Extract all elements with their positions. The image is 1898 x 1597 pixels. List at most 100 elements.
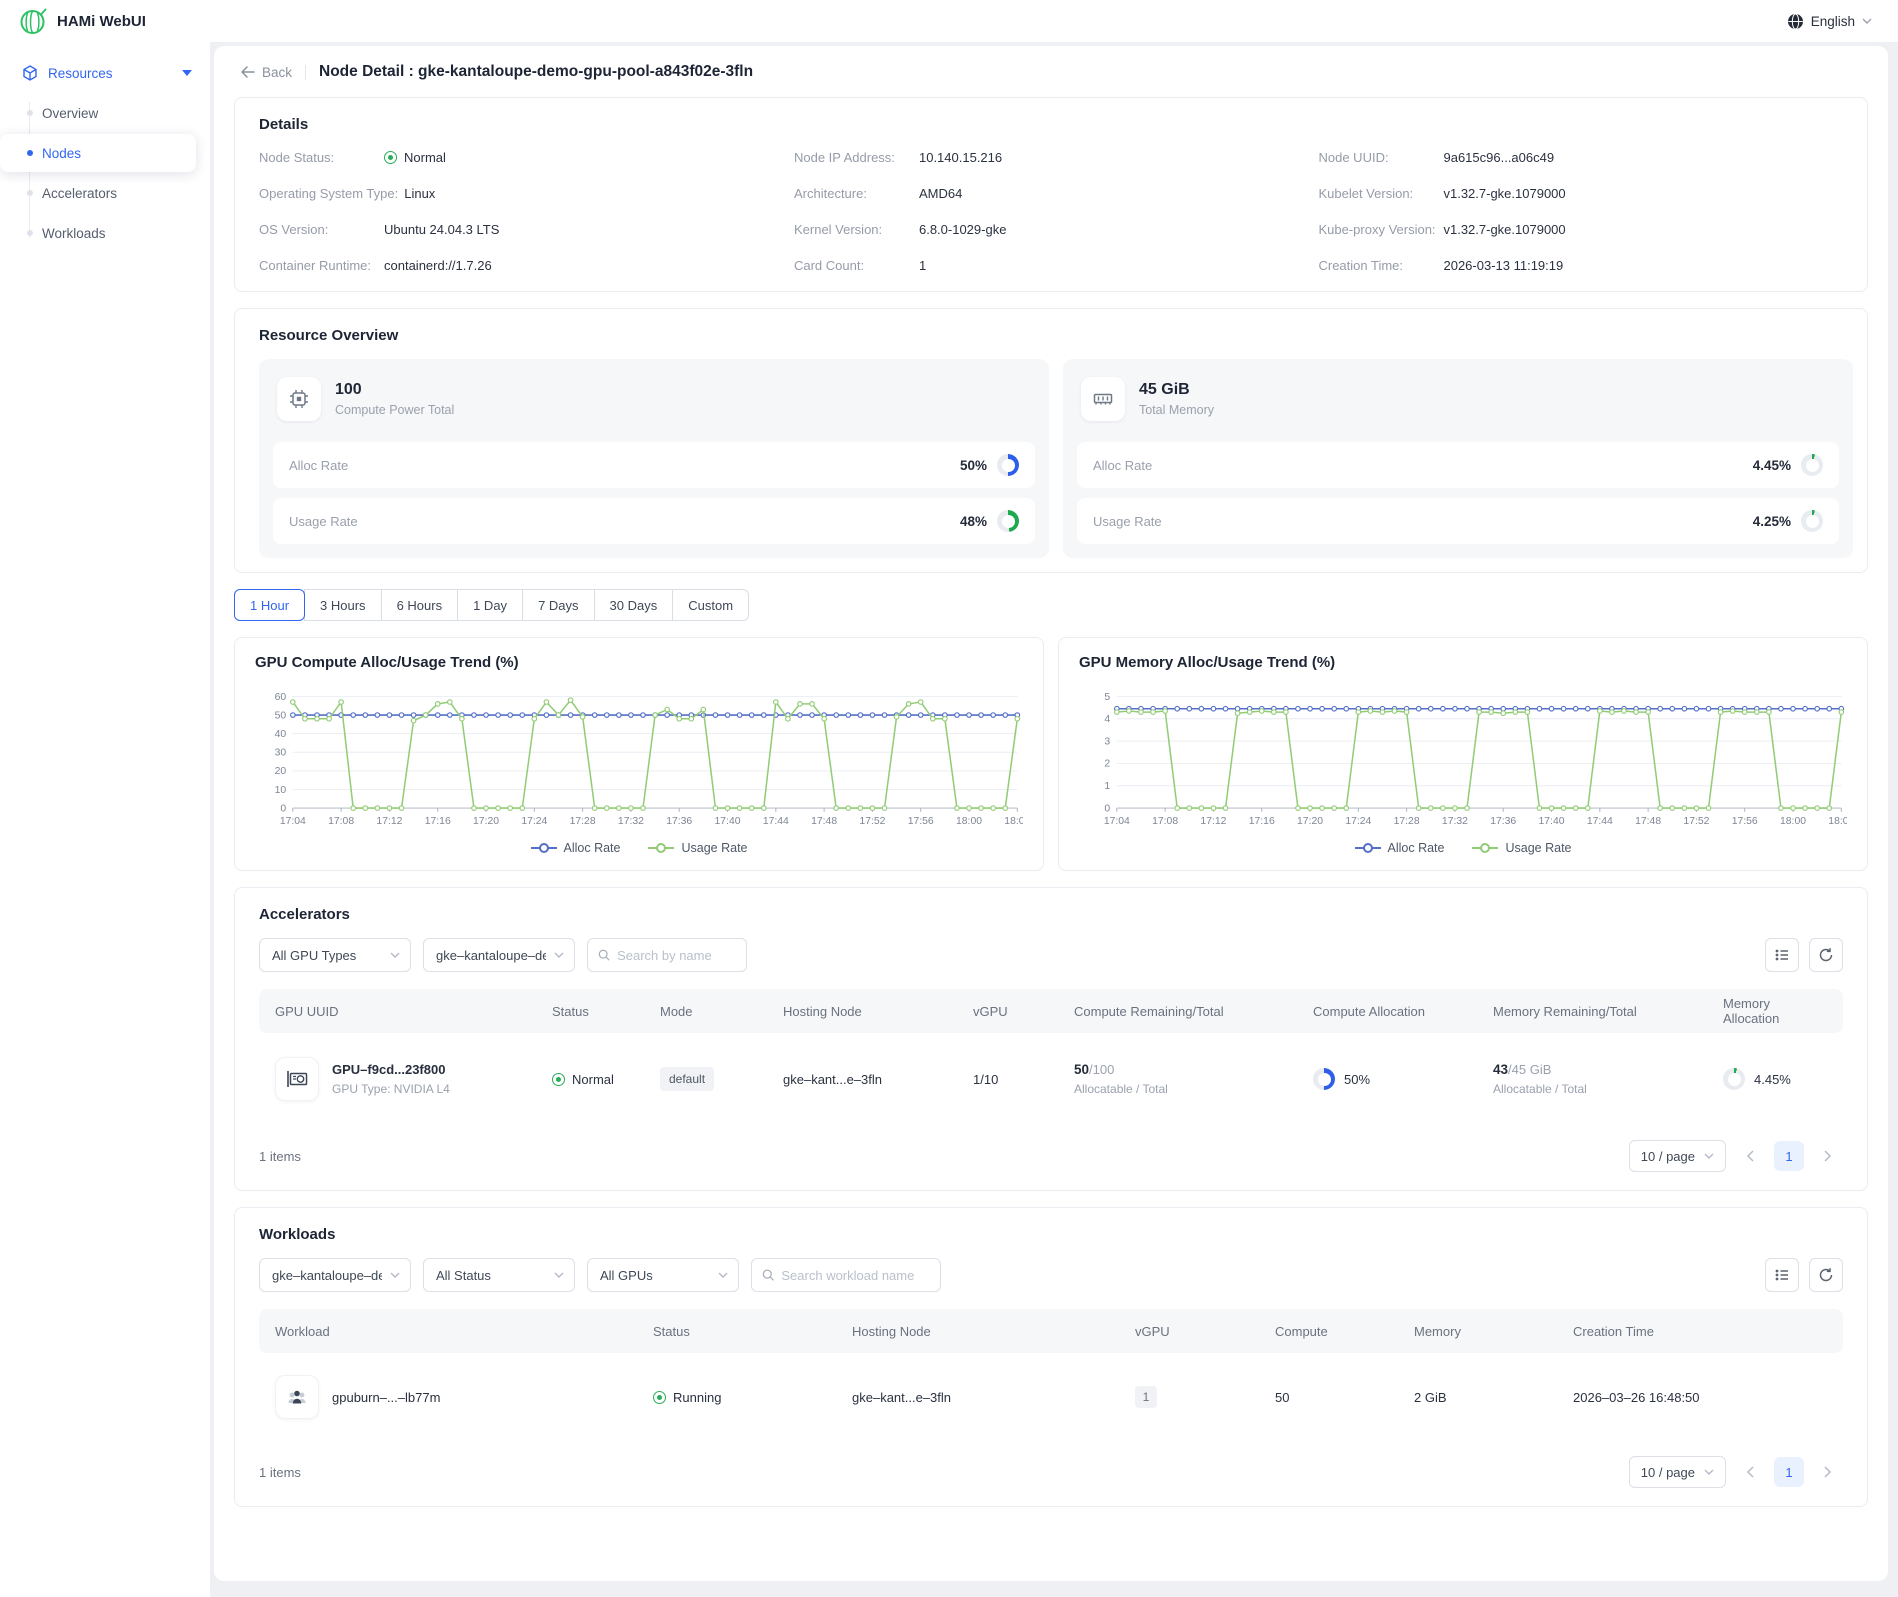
tab-3-hours[interactable]: 3 Hours (304, 589, 382, 621)
accelerator-table-row[interactable]: GPU–f9cd...23f800 GPU Type: NVIDIA L4 No… (259, 1033, 1843, 1125)
tab-1-day[interactable]: 1 Day (457, 589, 523, 621)
accelerator-search-input[interactable] (617, 948, 736, 963)
chevron-down-icon (554, 1272, 564, 1278)
brand: HAMi WebUI (0, 6, 210, 36)
memory-overview-card: 45 GiB Total Memory Alloc Rate 4.45% (1063, 359, 1853, 558)
vgpu-count: 1/10 (957, 1072, 1058, 1087)
accelerators-title: Accelerators (259, 906, 1843, 923)
sidebar-item-label: Workloads (42, 226, 106, 241)
workloads-table-footer: 1 items 10 / page 1 (259, 1456, 1843, 1488)
next-page-button[interactable] (1813, 1457, 1843, 1487)
compute-total-value: 100 (335, 381, 454, 399)
page-size-select[interactable]: 10 / page (1629, 1140, 1726, 1172)
chart-title: GPU Memory Alloc/Usage Trend (%) (1079, 654, 1847, 671)
sidebar-tree: Overview Nodes Accelerators Workloads (0, 94, 210, 252)
legend-item[interactable]: Usage Rate (1472, 841, 1571, 855)
alloc-rate-gauge (997, 454, 1019, 476)
legend-item[interactable]: Usage Rate (648, 841, 747, 855)
sidebar-item-accelerators[interactable]: Accelerators (0, 174, 196, 212)
bullet-icon (27, 230, 33, 236)
detail-os-version: OS Version: Ubuntu 24.04.3 LTS (259, 222, 794, 237)
legend-item[interactable]: Alloc Rate (1355, 841, 1445, 855)
page-number[interactable]: 1 (1774, 1457, 1804, 1487)
prev-page-button[interactable] (1735, 1141, 1765, 1171)
gpu-type-select[interactable]: All GPU Types (259, 938, 411, 972)
node-select[interactable]: gke–kantaloupe–de... (423, 938, 575, 972)
alloc-rate-gauge (1801, 454, 1823, 476)
status-normal-icon (384, 151, 397, 164)
gpu-uuid[interactable]: GPU–f9cd...23f800 (332, 1062, 450, 1077)
back-button[interactable]: Back (240, 65, 292, 80)
chart-title: GPU Compute Alloc/Usage Trend (%) (255, 654, 1023, 671)
line-chart: 010203040506017:0417:0817:1217:1617:2017… (255, 687, 1023, 838)
workload-table-row[interactable]: gpuburn–...–lb77m Running gke–kant...e–3… (259, 1353, 1843, 1441)
sidebar-item-workloads[interactable]: Workloads (0, 214, 196, 252)
app-title: HAMi WebUI (57, 13, 146, 30)
svg-text:3: 3 (1104, 736, 1110, 747)
page-title: Node Detail : gke-kantaloupe-demo-gpu-po… (319, 63, 753, 81)
gpu-card-icon (275, 1057, 319, 1101)
page-header: Back Node Detail : gke-kantaloupe-demo-g… (214, 46, 1888, 97)
search-icon (762, 1268, 774, 1282)
detail-creation-time: Creation Time: 2026-03-13 11:19:19 (1318, 258, 1843, 273)
detail-kernel-version: Kernel Version: 6.8.0-1029-gke (794, 222, 1319, 237)
svg-text:17:28: 17:28 (1394, 816, 1420, 827)
compute-usage-rate-row: Usage Rate 48% (273, 498, 1035, 544)
svg-text:17:52: 17:52 (1683, 816, 1709, 827)
divider (305, 65, 306, 80)
legend-marker-icon (1472, 842, 1498, 854)
column-settings-button[interactable] (1765, 1258, 1799, 1292)
workload-search-input[interactable] (781, 1268, 930, 1283)
legend-label: Alloc Rate (1388, 841, 1445, 855)
refresh-button[interactable] (1809, 1258, 1843, 1292)
sidebar-item-label: Nodes (42, 146, 81, 161)
workload-status-select[interactable]: All Status (423, 1258, 575, 1292)
sidebar-section-resources[interactable]: Resources (0, 56, 210, 90)
tab-1-hour[interactable]: 1 Hour (234, 589, 305, 621)
workloads-title: Workloads (259, 1226, 1843, 1243)
svg-text:17:44: 17:44 (763, 816, 789, 827)
refresh-button[interactable] (1809, 938, 1843, 972)
items-count: 1 items (259, 1465, 301, 1480)
status-running-icon (653, 1391, 666, 1404)
sidebar-item-nodes[interactable]: Nodes (0, 134, 196, 172)
page-number[interactable]: 1 (1774, 1141, 1804, 1171)
workload-node-select[interactable]: gke–kantaloupe–de... (259, 1258, 411, 1292)
workload-name[interactable]: gpuburn–...–lb77m (332, 1390, 440, 1405)
workloads-filters: gke–kantaloupe–de... All Status All GPUs (259, 1258, 1843, 1292)
mode-badge: default (660, 1067, 714, 1091)
legend-item[interactable]: Alloc Rate (531, 841, 621, 855)
svg-text:50: 50 (275, 710, 287, 721)
language-switcher[interactable]: English (1787, 13, 1898, 30)
chevron-down-icon (390, 952, 400, 958)
detail-node-status: Node Status: Normal (259, 150, 794, 165)
prev-page-button[interactable] (1735, 1457, 1765, 1487)
page-size-select[interactable]: 10 / page (1629, 1456, 1726, 1488)
usage-rate-gauge (997, 510, 1019, 532)
sidebar-item-label: Overview (42, 106, 98, 121)
tab-6-hours[interactable]: 6 Hours (381, 589, 459, 621)
chevron-down-icon (1862, 18, 1872, 24)
workload-gpus-select[interactable]: All GPUs (587, 1258, 739, 1292)
tab-custom[interactable]: Custom (672, 589, 749, 621)
search-icon (598, 948, 610, 962)
tab-30-days[interactable]: 30 Days (594, 589, 674, 621)
svg-text:17:24: 17:24 (1345, 816, 1371, 827)
svg-text:10: 10 (275, 785, 287, 796)
accelerators-table-header: GPU UUID Status Mode Hosting Node vGPU C… (259, 989, 1843, 1033)
workloads-section: Workloads gke–kantaloupe–de... All Statu… (234, 1207, 1868, 1507)
svg-text:18:00: 18:00 (1780, 816, 1806, 827)
sidebar-item-overview[interactable]: Overview (0, 94, 196, 132)
svg-text:17:08: 17:08 (328, 816, 354, 827)
compute-allocation-gauge (1313, 1068, 1335, 1090)
column-settings-button[interactable] (1765, 938, 1799, 972)
svg-text:17:12: 17:12 (1200, 816, 1226, 827)
details-section: Details Node Status: Normal Node IP Addr… (234, 97, 1868, 292)
resources-icon (22, 65, 38, 81)
svg-text:17:16: 17:16 (1249, 816, 1275, 827)
gpu-memory-trend-chart: GPU Memory Alloc/Usage Trend (%) 0123451… (1058, 637, 1868, 871)
sidebar: Resources Overview Nodes Accelerators Wo… (0, 42, 210, 1597)
next-page-button[interactable] (1813, 1141, 1843, 1171)
bullet-icon (27, 150, 33, 156)
tab-7-days[interactable]: 7 Days (522, 589, 594, 621)
